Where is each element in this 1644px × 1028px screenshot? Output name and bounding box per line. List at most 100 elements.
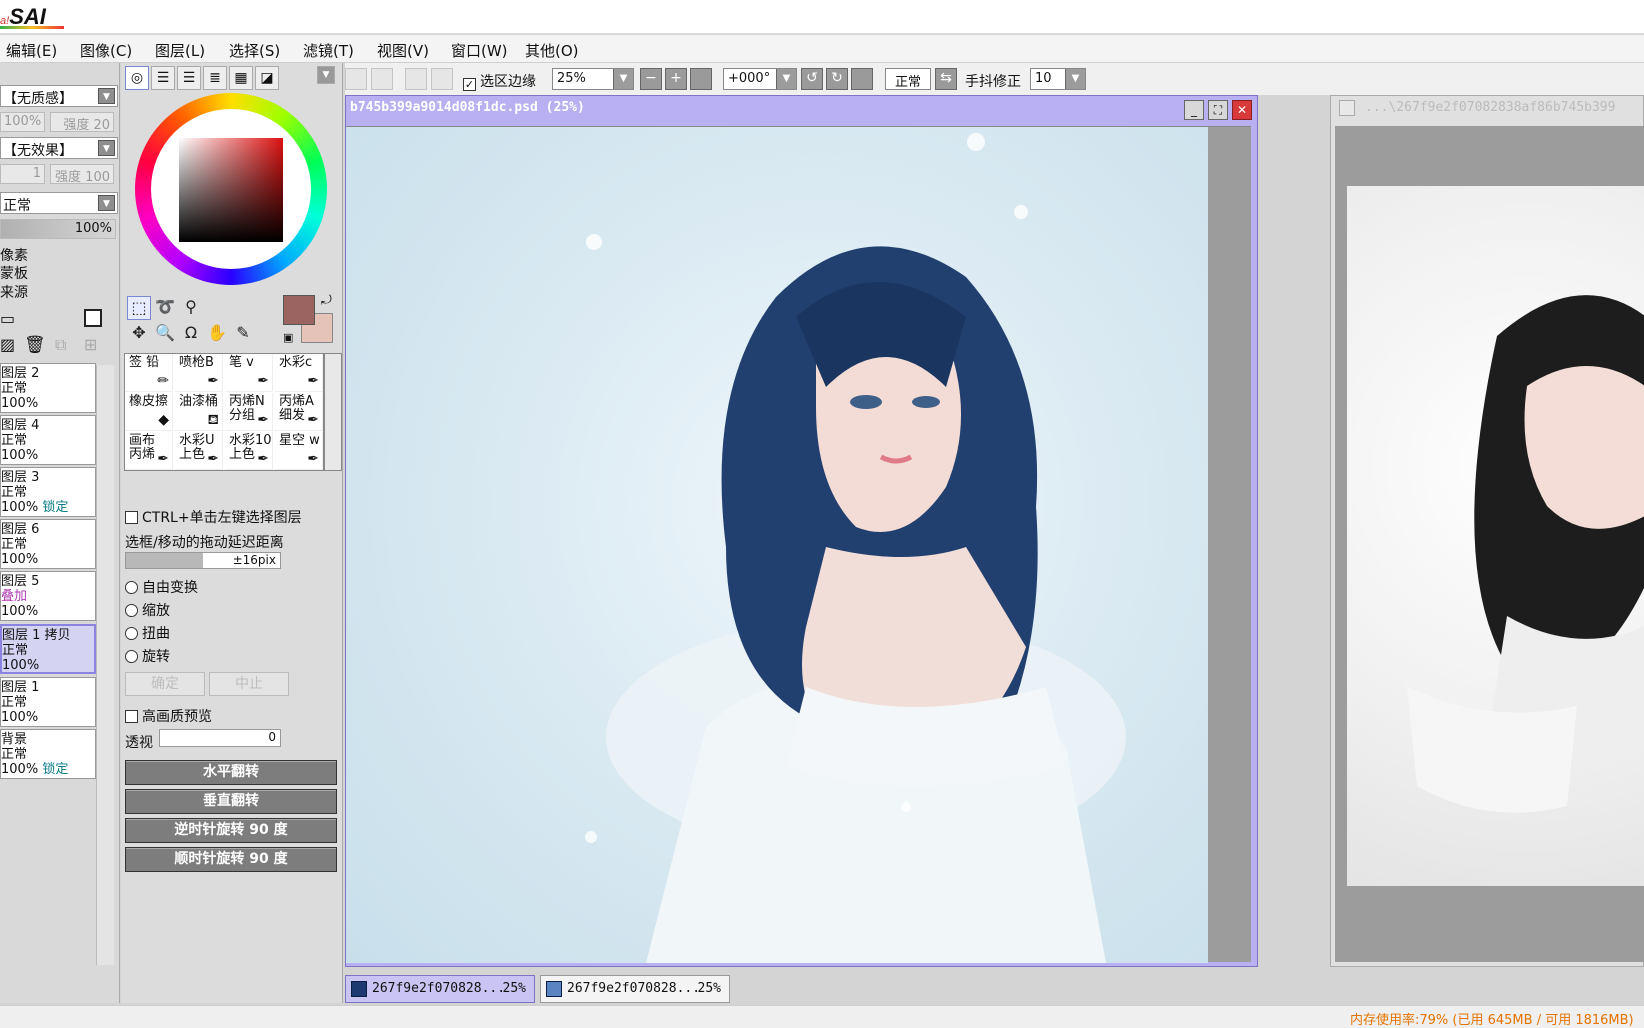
menu-window[interactable]: 窗口(W) xyxy=(451,40,508,61)
layer-item-selected[interactable]: 图层 1 拷贝 正常 100% xyxy=(0,624,96,674)
cancel-button[interactable]: 中止 xyxy=(209,672,289,696)
layer-item[interactable]: 图层 4 正常 100% xyxy=(0,415,96,465)
transform-free[interactable]: 自由变换 xyxy=(125,577,198,597)
ctrl-click-checkbox[interactable] xyxy=(125,511,138,524)
selection-edge-toggle[interactable]: ✓ 选区边缘 xyxy=(463,71,536,91)
brush-item[interactable]: 签 铅 ✏ xyxy=(125,354,173,392)
canvas-area[interactable] xyxy=(346,126,1251,963)
texture-strength-field[interactable]: 强度 20 xyxy=(50,112,114,133)
rotate-ccw-button[interactable]: ↺ xyxy=(801,68,823,90)
menu-select[interactable]: 选择(S) xyxy=(229,40,280,61)
ctrl-click-option[interactable]: CTRL+单击左键选择图层 xyxy=(125,507,302,527)
rect-select-icon[interactable]: ⬚ xyxy=(127,296,151,320)
perspective-field[interactable]: 0 xyxy=(159,729,281,747)
trash-icon[interactable]: 🗑 xyxy=(24,335,46,355)
rotate-view-icon[interactable]: Ω xyxy=(179,322,203,346)
zoom-icon[interactable]: 🔍 xyxy=(153,322,177,346)
primary-color-swatch[interactable] xyxy=(283,295,315,325)
maximize-icon[interactable]: ⛶ xyxy=(1208,100,1228,120)
eyedropper-icon[interactable]: ✎ xyxy=(231,322,255,346)
blend-mode-display[interactable]: 正常 xyxy=(885,68,931,90)
hq-preview-option[interactable]: 高画质预览 xyxy=(125,706,212,726)
doc-tab[interactable]: 267f9e2f070828... 25% xyxy=(540,975,730,1003)
brush-item[interactable]: 水彩c ✒ xyxy=(275,354,323,392)
brush-item[interactable]: 丙烯A 细发 ✒ xyxy=(275,393,323,431)
option-mask[interactable]: 蒙板 xyxy=(0,263,28,283)
deselect-button[interactable] xyxy=(405,68,427,90)
brush-item[interactable]: 油漆桶 ⛾ xyxy=(175,393,223,431)
invert-selection-button[interactable] xyxy=(431,68,453,90)
brush-item[interactable]: 水彩U 上色 ✒ xyxy=(175,432,223,470)
drag-delay-slider[interactable]: ±16pix xyxy=(125,552,281,569)
saturation-value-box[interactable] xyxy=(179,138,283,242)
move-icon[interactable]: ✥ xyxy=(127,322,151,346)
scratchpad-tab-icon[interactable]: ◪ xyxy=(255,66,279,90)
effect-scale-field[interactable]: 1 xyxy=(0,164,45,184)
menu-view[interactable]: 视图(V) xyxy=(377,40,429,61)
layer-item[interactable]: 图层 2 正常 100% xyxy=(0,363,96,413)
layer-item[interactable]: 图层 1 正常 100% xyxy=(0,677,96,727)
reset-colors-icon[interactable]: ▣ xyxy=(283,331,293,344)
zoom-reset-button[interactable] xyxy=(690,68,712,90)
effect-strength-field[interactable]: 强度 100 xyxy=(50,164,114,185)
zoom-out-button[interactable]: − xyxy=(640,68,662,90)
texture-scale-field[interactable]: 100% xyxy=(0,112,45,132)
swatch-tab-icon[interactable]: ▦ xyxy=(229,66,253,90)
rotate-reset-button[interactable] xyxy=(851,68,873,90)
menu-layer[interactable]: 图层(L) xyxy=(155,40,205,61)
flip-horizontal-button[interactable]: 水平翻转 xyxy=(125,760,337,785)
menu-filter[interactable]: 滤镜(T) xyxy=(303,40,354,61)
radio-icon[interactable] xyxy=(125,581,138,594)
brush-scrollbar[interactable] xyxy=(324,353,342,471)
texture-select[interactable]: 【无质感】 ▼ xyxy=(0,85,118,107)
radio-icon[interactable] xyxy=(125,627,138,640)
zoom-select[interactable]: 25% ▼ xyxy=(552,68,634,90)
mixer-tab-icon[interactable]: ≣ xyxy=(203,66,227,90)
option-pixel[interactable]: 像素 xyxy=(0,245,28,265)
transform-scale[interactable]: 缩放 xyxy=(125,600,170,620)
brush-item[interactable]: 星空 w ✒ xyxy=(275,432,323,470)
color-wheel-tab-icon[interactable]: ◎ xyxy=(125,66,149,90)
undo-button[interactable] xyxy=(345,68,367,90)
hq-preview-checkbox[interactable] xyxy=(125,710,138,723)
rotate-cw-button[interactable]: ↻ xyxy=(826,68,848,90)
menu-image[interactable]: 图像(C) xyxy=(80,40,132,61)
close-icon[interactable]: ✕ xyxy=(1232,100,1252,120)
brush-item[interactable]: 水彩10 上色 ✒ xyxy=(225,432,273,470)
menu-other[interactable]: 其他(O) xyxy=(525,40,579,61)
lasso-icon[interactable]: ➰ xyxy=(153,296,177,320)
rotate-cw-90-button[interactable]: 顺时针旋转 90 度 xyxy=(125,847,337,872)
clear-layer-icon[interactable]: ▨ xyxy=(0,335,15,354)
transform-rotate[interactable]: 旋转 xyxy=(125,646,170,666)
hand-icon[interactable]: ✋ xyxy=(205,322,229,346)
doc-tab-active[interactable]: 267f9e2f070828... 25% xyxy=(345,975,535,1003)
redo-button[interactable] xyxy=(371,68,393,90)
brush-item[interactable]: 画布 丙烯 ✒ xyxy=(125,432,173,470)
layer-blend-select[interactable]: 正常 ▼ xyxy=(0,192,118,214)
layer-item[interactable]: 背景 正常 100% 锁定 xyxy=(0,729,96,779)
merge-layer-icon[interactable]: ⊞ xyxy=(84,335,97,354)
layer-opacity-slider[interactable]: 100% xyxy=(0,219,116,239)
layer-scrollbar[interactable] xyxy=(96,365,114,965)
chevron-down-icon[interactable]: ▼ xyxy=(317,66,335,84)
flip-vertical-button[interactable]: 垂直翻转 xyxy=(125,789,337,814)
magic-wand-icon[interactable]: ⚲ xyxy=(179,296,203,320)
brush-item[interactable]: 笔 v ✒ xyxy=(225,354,273,392)
layer-item[interactable]: 图层 6 正常 100% xyxy=(0,519,96,569)
minimize-icon[interactable]: _ xyxy=(1184,100,1204,120)
brush-item[interactable]: 丙烯N 分组 ✒ xyxy=(225,393,273,431)
mask-icon[interactable] xyxy=(84,309,102,327)
effect-select[interactable]: 【无效果】 ▼ xyxy=(0,137,118,159)
brush-item[interactable]: 喷枪B ✒ xyxy=(175,354,223,392)
selection-edge-checkbox[interactable]: ✓ xyxy=(463,78,476,91)
menu-edit[interactable]: 编辑(E) xyxy=(6,40,57,61)
rotation-select[interactable]: +000° ▼ xyxy=(723,68,797,90)
rgb-slider-tab-icon[interactable]: ☰ xyxy=(151,66,175,90)
merge-down-icon[interactable]: ⧉ xyxy=(55,335,66,355)
confirm-button[interactable]: 确定 xyxy=(125,672,205,696)
radio-icon[interactable] xyxy=(125,650,138,663)
zoom-in-button[interactable]: + xyxy=(665,68,687,90)
swap-colors-icon[interactable]: ⤾ xyxy=(321,293,332,308)
layer-item[interactable]: 图层 5 叠加 100% xyxy=(0,571,96,621)
hsv-slider-tab-icon[interactable]: ☰ xyxy=(177,66,201,90)
